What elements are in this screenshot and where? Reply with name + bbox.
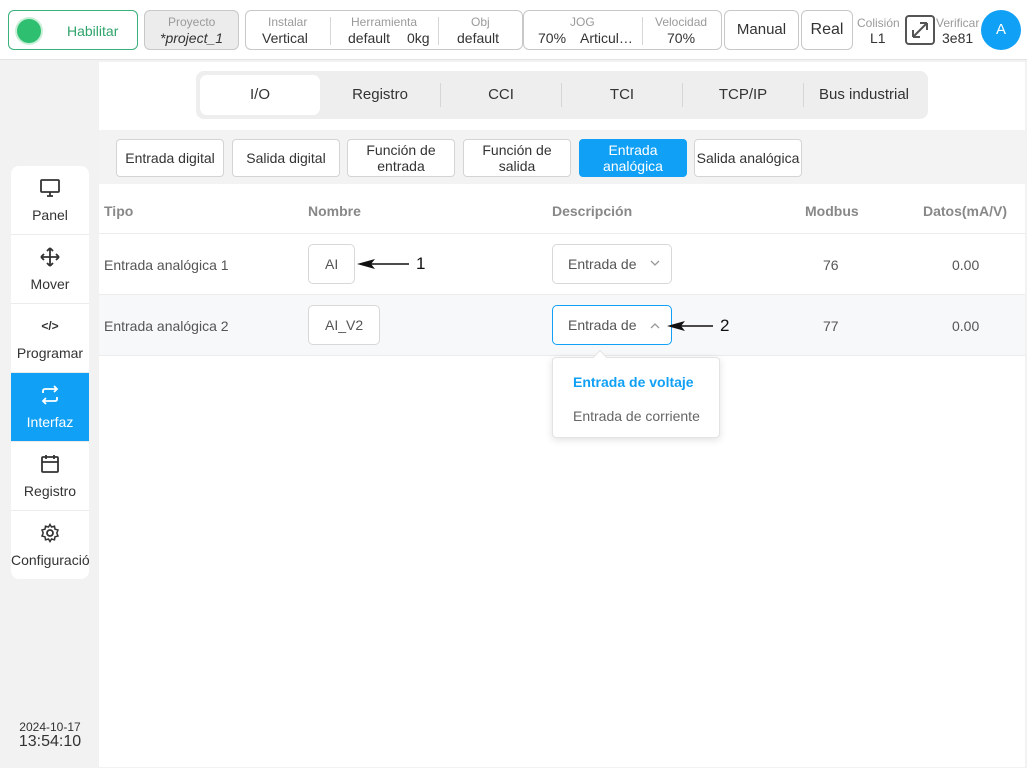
gear-icon — [40, 523, 60, 543]
avatar[interactable]: A — [981, 10, 1021, 50]
divider — [438, 17, 439, 45]
row-type: Entrada analógica 2 — [104, 318, 229, 334]
divider — [330, 17, 331, 45]
code-icon: </> — [41, 319, 59, 333]
sidebar-item-settings[interactable]: Configuración — [11, 511, 89, 579]
column-header-type: Tipo — [104, 203, 134, 219]
name-input[interactable]: AI_V2 — [308, 305, 380, 345]
real-mode-button[interactable]: Real — [801, 10, 853, 50]
enable-label: Habilitar — [67, 23, 119, 39]
chevron-up-icon — [649, 306, 661, 360]
sidebar-item-label: Configuración — [11, 552, 89, 568]
sidebar: Panel Mover </> Programar Interfaz Regis… — [11, 166, 89, 579]
tab-tci[interactable]: TCI — [562, 75, 682, 115]
manual-mode-button[interactable]: Manual — [724, 10, 799, 50]
move-icon — [40, 247, 60, 267]
project-selector[interactable]: Proyecto *project_1 — [144, 10, 239, 50]
description-dropdown-menu: Entrada de voltaje Entrada de corriente — [552, 349, 720, 438]
description-select[interactable]: Entrada de — [552, 305, 672, 345]
verify-label: Verificar — [936, 16, 980, 30]
subtab-analog-input[interactable]: Entrada analógica — [579, 139, 687, 177]
table-row: Entrada analógica 1 AI Entrada de 76 0.0… — [99, 234, 1025, 295]
sidebar-item-label: Programar — [16, 345, 84, 361]
tab-log[interactable]: Registro — [320, 75, 440, 115]
chevron-down-icon — [649, 245, 661, 299]
top-bar: Habilitar Proyecto *project_1 Instalar V… — [0, 0, 1027, 60]
collision-label: Colisión — [857, 16, 900, 30]
column-header-data: Datos(mA/V) — [923, 203, 1008, 219]
annotation-label: 2 — [720, 316, 730, 335]
description-value: Entrada de — [568, 317, 637, 333]
annotation-label: 1 — [416, 254, 426, 273]
status-dot-icon — [17, 19, 41, 43]
date-display: 2024-10-17 — [19, 720, 81, 734]
sidebar-item-label: Interfaz — [26, 414, 74, 430]
collision-value: L1 — [870, 30, 886, 46]
sidebar-item-label: Panel — [32, 207, 68, 223]
column-header-description: Descripción — [552, 203, 633, 219]
subtab-input-function[interactable]: Función de entrada — [347, 139, 455, 177]
subtab-output-function[interactable]: Función de salida — [463, 139, 571, 177]
row-data: 0.00 — [952, 318, 980, 334]
tab-tcpip[interactable]: TCP/IP — [683, 75, 803, 115]
monitor-icon — [40, 178, 60, 198]
obj-label: Obj — [471, 15, 490, 29]
speed-value: 70% — [667, 30, 696, 46]
obj-value: default — [457, 30, 500, 46]
enable-button[interactable]: Habilitar — [8, 10, 138, 50]
sidebar-item-interface[interactable]: Interfaz — [11, 373, 89, 442]
sidebar-item-program[interactable]: </> Programar — [11, 304, 89, 373]
sidebar-item-log[interactable]: Registro — [11, 442, 89, 511]
speed-label: Velocidad — [655, 15, 708, 29]
tab-io[interactable]: I/O — [200, 75, 320, 115]
install-value: Vertical — [262, 30, 308, 46]
expand-icon[interactable] — [905, 15, 935, 45]
tool-value: default — [348, 30, 391, 46]
dropdown-option-current[interactable]: Entrada de corriente — [573, 408, 700, 424]
tool-weight: 0kg — [407, 30, 430, 46]
row-modbus: 77 — [823, 318, 839, 334]
jog-mode: Articul… — [580, 30, 633, 46]
description-value: Entrada de — [568, 256, 637, 272]
jog-label: JOG — [570, 15, 595, 29]
annotation-arrow-icon — [667, 321, 713, 331]
verify-value: 3e81 — [942, 30, 974, 46]
description-select[interactable]: Entrada de — [552, 244, 672, 284]
sidebar-item-label: Mover — [30, 276, 70, 292]
dropdown-option-voltage[interactable]: Entrada de voltaje — [573, 374, 694, 390]
project-value: *project_1 — [160, 30, 224, 46]
jog-value: 70% — [538, 30, 567, 46]
row-type: Entrada analógica 1 — [104, 257, 229, 273]
tool-label: Herramienta — [351, 15, 418, 29]
name-input[interactable]: AI — [308, 244, 355, 284]
column-header-name: Nombre — [308, 203, 361, 219]
subtab-digital-output[interactable]: Salida digital — [232, 139, 340, 177]
swap-icon — [40, 385, 60, 405]
jog-speed-panel[interactable]: JOG 70% Articul… Velocidad 70% — [523, 10, 722, 50]
sidebar-item-panel[interactable]: Panel — [11, 166, 89, 235]
table-row: Entrada analógica 2 AI_V2 Entrada de 77 … — [99, 295, 1025, 356]
time-display: 13:54:10 — [18, 733, 82, 750]
tab-cci[interactable]: CCI — [441, 75, 561, 115]
divider — [642, 17, 643, 45]
column-header-modbus: Modbus — [805, 203, 859, 219]
tab-bar: I/O Registro CCI TCI TCP/IP Bus industri… — [196, 71, 928, 119]
install-label: Instalar — [268, 15, 308, 29]
annotation-arrow-icon — [357, 259, 409, 269]
install-tool-obj-panel[interactable]: Instalar Vertical Herramienta default 0k… — [245, 10, 523, 50]
sidebar-item-move[interactable]: Mover — [11, 235, 89, 304]
subtab-analog-output[interactable]: Salida analógica — [694, 139, 802, 177]
project-label: Proyecto — [168, 15, 216, 29]
calendar-icon — [40, 454, 60, 474]
tab-industrial-bus[interactable]: Bus industrial — [804, 75, 924, 115]
sidebar-item-label: Registro — [23, 483, 77, 499]
row-modbus: 76 — [823, 257, 839, 273]
row-data: 0.00 — [952, 257, 980, 273]
main-panel: I/O Registro CCI TCI TCP/IP Bus industri… — [99, 62, 1025, 767]
subtab-digital-input[interactable]: Entrada digital — [116, 139, 224, 177]
